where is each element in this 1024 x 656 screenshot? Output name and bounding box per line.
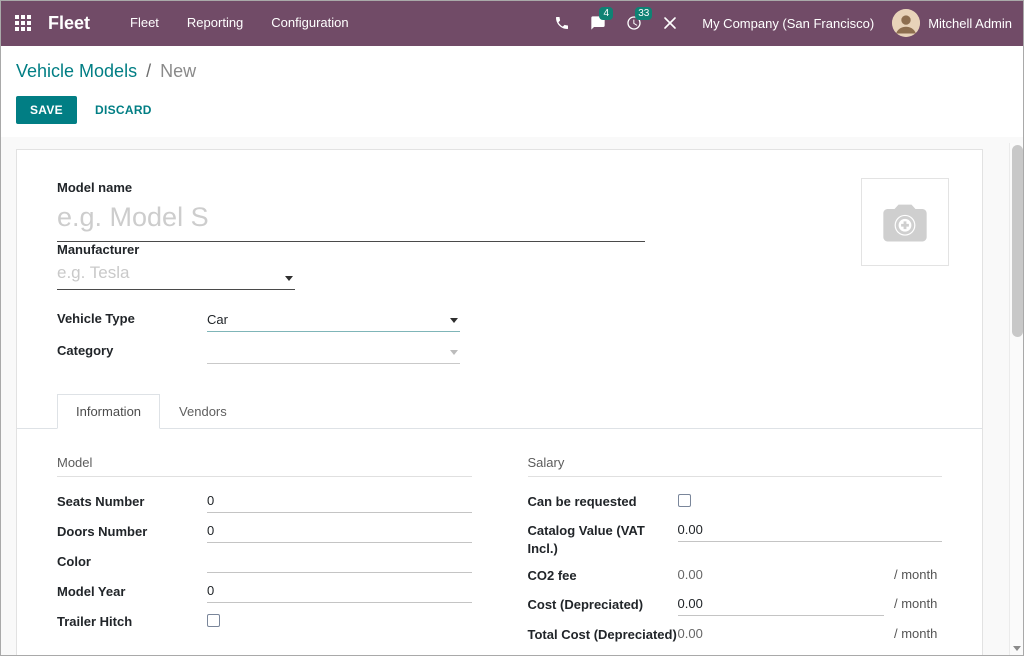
total-cost-label: Total Cost (Depreciated) — [528, 623, 678, 644]
color-label: Color — [57, 550, 207, 571]
field-row: Cost (Depreciated) / month — [528, 593, 943, 616]
total-cost-suffix: / month — [884, 623, 942, 641]
chevron-down-icon — [285, 276, 293, 281]
breadcrumb-separator: / — [142, 61, 155, 81]
form-view: Model name Manufacturer Vehicle Type Car… — [0, 137, 1024, 656]
tab-information[interactable]: Information — [57, 394, 160, 429]
chevron-down-icon — [450, 350, 458, 355]
field-row: Model Year — [57, 580, 472, 603]
trailer-hitch-label: Trailer Hitch — [57, 610, 207, 631]
doors-number-input[interactable] — [207, 520, 472, 543]
field-row: Color — [57, 550, 472, 573]
vehicle-image-upload[interactable] — [861, 178, 949, 266]
top-navbar: Fleet Fleet Reporting Configuration 4 33… — [0, 0, 1024, 46]
cost-depreciated-suffix: / month — [884, 593, 942, 611]
field-row: Catalog Value (VAT Incl.) — [528, 519, 943, 557]
app-name[interactable]: Fleet — [48, 13, 90, 34]
field-row: Doors Number — [57, 520, 472, 543]
color-input[interactable] — [207, 550, 472, 573]
discard-button[interactable]: DISCARD — [95, 97, 152, 123]
vehicle-type-row: Vehicle Type Car — [57, 308, 460, 332]
field-row: Trailer Hitch — [57, 610, 472, 632]
apps-grid-icon — [15, 15, 31, 31]
group-model: Model Seats Number Doors Number Color Mo… — [57, 455, 472, 652]
messages-badge: 4 — [599, 7, 613, 20]
field-row: CO2 fee 0.00 / month — [528, 564, 943, 586]
voip-button[interactable] — [544, 0, 580, 46]
activities-badge: 33 — [635, 7, 652, 20]
scrollbar[interactable] — [1009, 143, 1024, 656]
vehicle-type-label: Vehicle Type — [57, 311, 207, 332]
model-name-input[interactable] — [57, 197, 645, 242]
co2-fee-label: CO2 fee — [528, 564, 678, 585]
category-row: Category — [57, 340, 460, 364]
co2-fee-suffix: / month — [884, 564, 942, 582]
manufacturer-input[interactable] — [57, 259, 285, 289]
co2-fee-value: 0.00 — [678, 564, 703, 586]
breadcrumb-current: New — [160, 61, 196, 81]
field-row: Total Cost (Depreciated) 0.00 / month — [528, 623, 943, 645]
vehicle-type-select[interactable]: Car — [207, 308, 460, 332]
cost-depreciated-label: Cost (Depreciated) — [528, 593, 678, 614]
doors-number-label: Doors Number — [57, 520, 207, 541]
catalog-value-input[interactable] — [678, 519, 943, 542]
seats-number-input[interactable] — [207, 490, 472, 513]
form-sheet: Model name Manufacturer Vehicle Type Car… — [16, 149, 983, 656]
scrollbar-thumb[interactable] — [1012, 145, 1023, 337]
main-menu: Fleet Reporting Configuration — [116, 0, 363, 46]
vehicle-type-value: Car — [207, 310, 228, 331]
cost-depreciated-input[interactable] — [678, 593, 885, 616]
menu-configuration[interactable]: Configuration — [257, 0, 362, 46]
group-title-salary: Salary — [528, 455, 943, 477]
field-row: Seats Number — [57, 490, 472, 513]
can-be-requested-checkbox[interactable] — [678, 494, 691, 507]
breadcrumb: Vehicle Models / New — [0, 46, 1024, 90]
tools-icon — [662, 15, 678, 31]
topbar-right: 4 33 My Company (San Francisco) Mitchell… — [544, 0, 1024, 46]
model-year-label: Model Year — [57, 580, 207, 601]
messages-button[interactable]: 4 — [580, 0, 616, 46]
phone-icon — [554, 15, 570, 31]
field-row: Can be requested — [528, 490, 943, 512]
notebook-tabs: Information Vendors — [17, 394, 982, 429]
tab-content-information: Model Seats Number Doors Number Color Mo… — [57, 429, 942, 652]
user-menu[interactable]: Mitchell Admin — [920, 16, 1012, 31]
menu-reporting[interactable]: Reporting — [173, 0, 257, 46]
catalog-value-label: Catalog Value (VAT Incl.) — [528, 519, 678, 557]
tab-vendors[interactable]: Vendors — [160, 394, 246, 429]
trailer-hitch-checkbox[interactable] — [207, 614, 220, 627]
activities-button[interactable]: 33 — [616, 0, 652, 46]
chevron-down-icon — [450, 318, 458, 323]
scroll-down-button[interactable] — [1010, 641, 1024, 655]
can-be-requested-label: Can be requested — [528, 490, 678, 511]
manufacturer-label: Manufacturer — [57, 242, 139, 257]
seats-number-label: Seats Number — [57, 490, 207, 511]
avatar-image — [892, 9, 920, 37]
manufacturer-field[interactable] — [57, 259, 295, 290]
model-name-label: Model name — [57, 180, 132, 195]
category-select[interactable] — [207, 340, 460, 364]
company-switcher[interactable]: My Company (San Francisco) — [688, 16, 892, 31]
triangle-down-icon — [1013, 646, 1021, 651]
menu-fleet[interactable]: Fleet — [116, 0, 173, 46]
camera-plus-icon — [879, 196, 931, 248]
tools-button[interactable] — [652, 0, 688, 46]
breadcrumb-vehicle-models[interactable]: Vehicle Models — [16, 61, 137, 81]
group-title-model: Model — [57, 455, 472, 477]
save-button[interactable]: SAVE — [16, 96, 77, 124]
category-label: Category — [57, 343, 207, 364]
user-avatar[interactable] — [892, 9, 920, 37]
action-buttons: SAVE DISCARD — [0, 90, 1024, 137]
model-year-input[interactable] — [207, 580, 472, 603]
total-cost-value: 0.00 — [678, 623, 703, 645]
apps-menu-button[interactable] — [0, 0, 46, 46]
group-salary: Salary Can be requested Catalog Value (V… — [528, 455, 943, 652]
